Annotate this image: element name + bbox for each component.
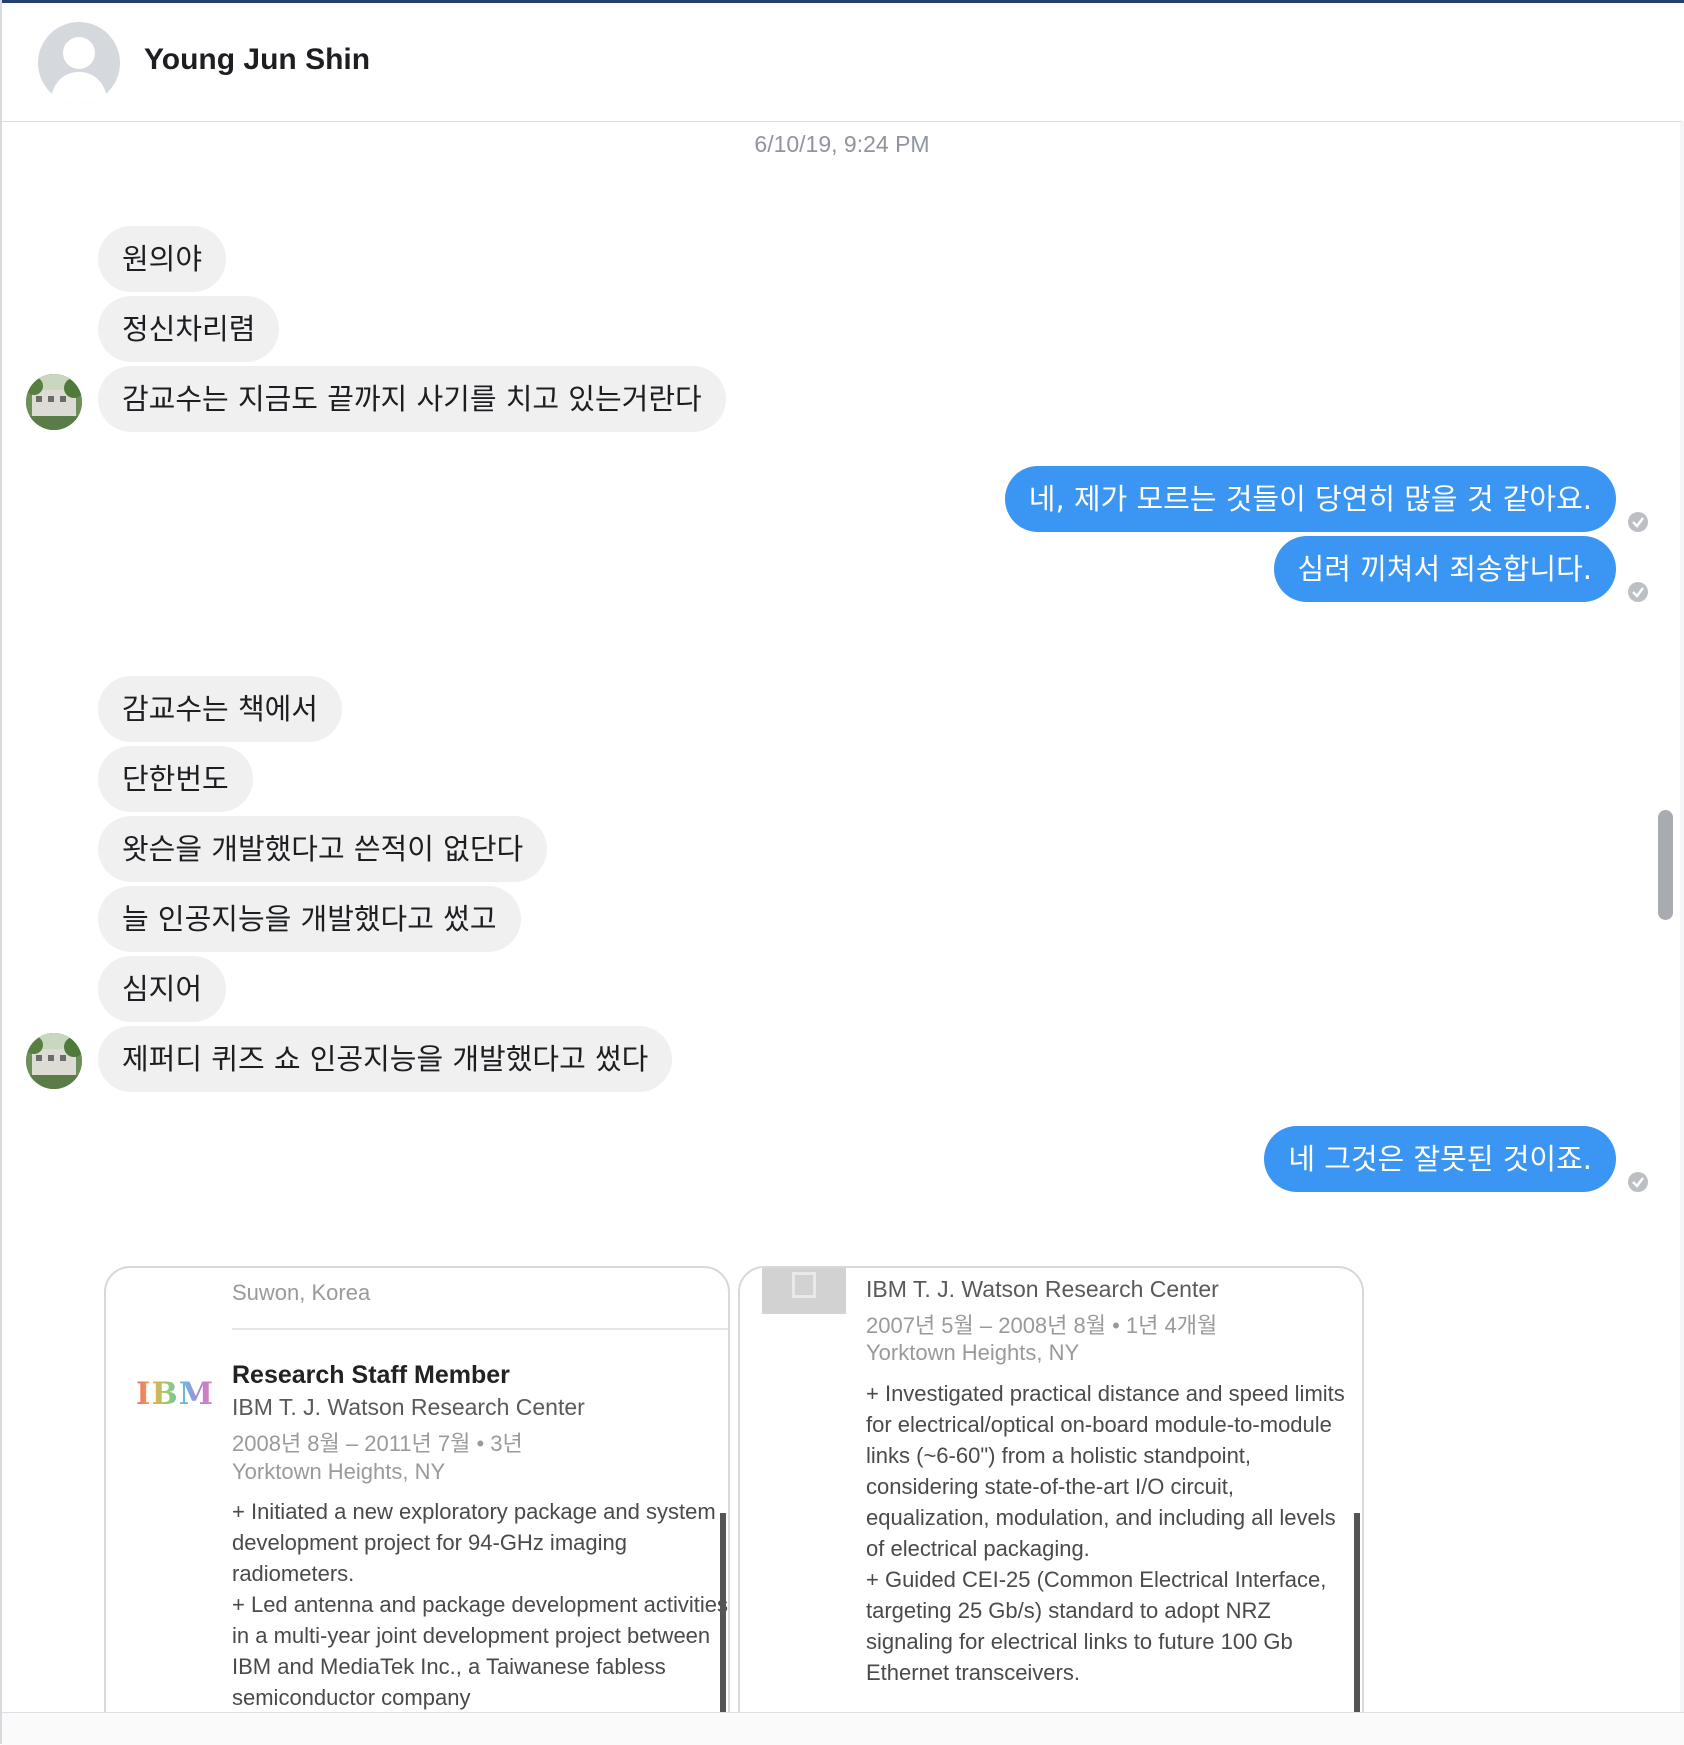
incoming-message[interactable]: 왓슨을 개발했다고 쓴적이 없단다 [98,816,548,882]
seen-check-icon [1628,512,1648,532]
card-org: IBM T. J. Watson Research Center [232,1394,585,1420]
card-location: Yorktown Heights, NY [232,1459,446,1484]
incoming-message[interactable]: 심지어 [98,956,227,1022]
incoming-message[interactable]: 감교수는 책에서 [98,676,342,742]
scrollbar-track[interactable] [1680,122,1684,1712]
incoming-message[interactable]: 감교수는 지금도 끝까지 사기를 치고 있는거란다 [98,366,726,432]
outgoing-message[interactable]: 네 그것은 잘못된 것이죠. [1264,1126,1616,1192]
sender-avatar-photo[interactable] [26,1033,82,1089]
card-description: + Investigated practical distance and sp… [866,1381,1345,1685]
profile-card-left: Suwon, Korea IBM Research Staff Member I… [104,1266,730,1712]
incoming-message[interactable]: 단한번도 [98,746,253,812]
outgoing-message[interactable]: 네, 제가 모르는 것들이 당연히 많을 것 같아요. [1004,466,1616,532]
profile-card-right: IBM T. J. Watson Research Center 2007년 5… [738,1266,1364,1712]
incoming-message[interactable]: 제퍼디 퀴즈 쇼 인공지능을 개발했다고 썼다 [98,1026,673,1092]
card-org: IBM T. J. Watson Research Center [866,1276,1219,1302]
card-edge-shadow [1354,1513,1360,1712]
card-dates: 2007년 5월 – 2008년 8월 • 1년 4개월 [866,1313,1218,1338]
card-role: Research Staff Member [232,1361,510,1389]
card-description: + Initiated a new exploratory package an… [232,1499,728,1710]
ibm-logo: IBM [136,1376,215,1412]
default-avatar-icon[interactable] [38,22,120,104]
message-timestamp: 6/10/19, 9:24 PM [754,131,930,157]
incoming-message[interactable]: 늘 인공지능을 개발했다고 썼고 [98,886,521,952]
incoming-message[interactable]: 정신차리렴 [98,296,280,362]
image-attachment[interactable]: Suwon, Korea IBM Research Staff Member I… [104,1266,1366,1712]
card-location: Yorktown Heights, NY [866,1340,1080,1365]
card-edge-shadow [720,1513,726,1712]
sender-avatar-photo[interactable] [26,374,82,430]
card-location-top: Suwon, Korea [232,1280,371,1305]
seen-check-icon [1628,1172,1648,1192]
card-dates: 2008년 8월 – 2011년 7월 • 3년 [232,1431,523,1456]
card-divider [232,1328,728,1330]
left-border [0,0,2,1744]
conversation-header: Young Jun Shin [2,3,1682,122]
outgoing-message[interactable]: 심려 끼쳐서 죄송합니다. [1273,536,1616,602]
incoming-message[interactable]: 원의야 [98,226,227,292]
contact-name[interactable]: Young Jun Shin [144,43,370,77]
building-icon [762,1268,846,1314]
seen-check-icon [1628,582,1648,602]
composer-bar[interactable] [2,1712,1684,1745]
scrollbar-thumb[interactable] [1658,810,1673,920]
